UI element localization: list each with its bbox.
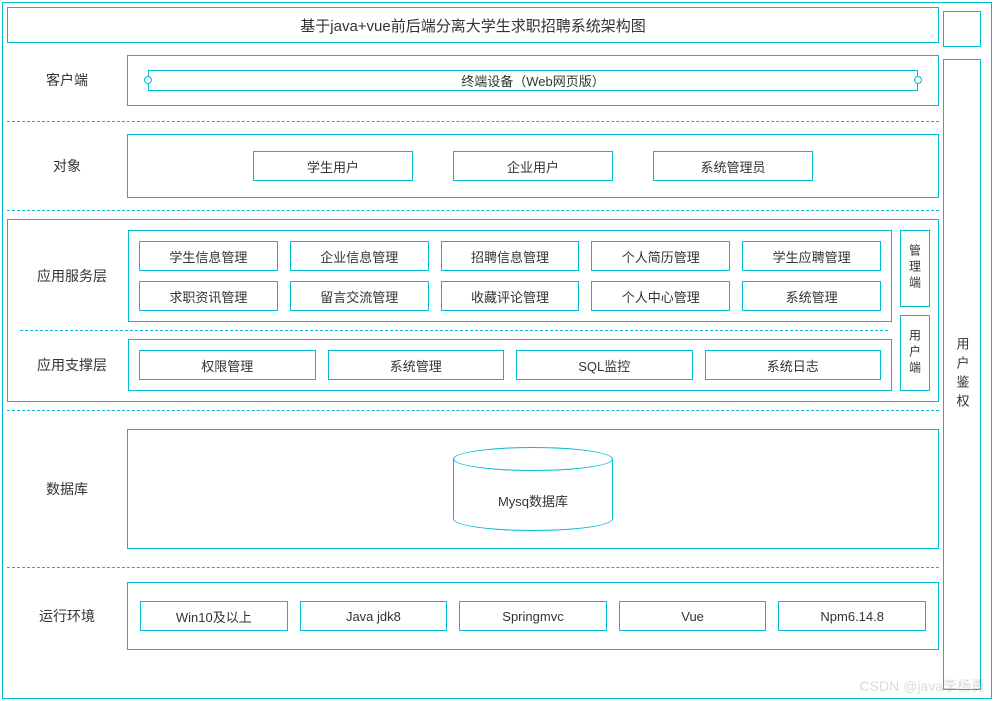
svc-profile: 个人中心管理 — [591, 281, 730, 311]
sup-syslog: 系统日志 — [705, 350, 882, 380]
support-layer: 应用支撑层 权限管理 系统管理 SQL监控 系统日志 — [16, 339, 892, 391]
env-layer: 运行环境 Win10及以上 Java jdk8 Springmvc Vue Np… — [3, 576, 943, 656]
auth-text: 用户鉴权 — [953, 337, 972, 413]
svc-recruit-info: 招聘信息管理 — [441, 241, 580, 271]
db-name: Mysq数据库 — [498, 491, 568, 510]
env-jdk8: Java jdk8 — [300, 601, 448, 631]
layers: 客户端 终端设备（Web网页版） 对象 学生用户 企业用户 — [3, 47, 943, 698]
divider — [7, 410, 939, 411]
env-vue: Vue — [619, 601, 767, 631]
divider — [7, 121, 939, 122]
svc-resume: 个人简历管理 — [591, 241, 730, 271]
side-tabs: 管理端 用户端 — [900, 230, 930, 391]
svc-message: 留言交流管理 — [290, 281, 429, 311]
tab-user: 用户端 — [900, 315, 930, 392]
cylinder-top — [453, 447, 613, 471]
main-column: 基于java+vue前后端分离大学生求职招聘系统架构图 客户端 终端设备（Web… — [3, 3, 943, 698]
title-text: 基于java+vue前后端分离大学生求职招聘系统架构图 — [300, 15, 645, 36]
terminal-text: 终端设备（Web网页版） — [461, 71, 605, 90]
env-npm: Npm6.14.8 — [778, 601, 926, 631]
svc-favcomment: 收藏评论管理 — [441, 281, 580, 311]
client-label: 客户端 — [7, 70, 127, 90]
svc-apply: 学生应聘管理 — [742, 241, 881, 271]
env-springmvc: Springmvc — [459, 601, 607, 631]
user-auth-box: 用户鉴权 — [943, 59, 981, 690]
tab-admin: 管理端 — [900, 230, 930, 307]
support-label: 应用支撑层 — [16, 355, 128, 375]
divider — [7, 210, 939, 211]
object-student: 学生用户 — [253, 151, 413, 181]
svc-jobnews: 求职资讯管理 — [139, 281, 278, 311]
service-layer: 应用服务层 学生信息管理 企业信息管理 招聘信息管理 个人简历管理 学生应聘管理… — [16, 230, 892, 322]
service-support-group: 应用服务层 学生信息管理 企业信息管理 招聘信息管理 个人简历管理 学生应聘管理… — [7, 219, 939, 402]
service-support-left: 应用服务层 学生信息管理 企业信息管理 招聘信息管理 个人简历管理 学生应聘管理… — [16, 230, 892, 391]
svc-student-info: 学生信息管理 — [139, 241, 278, 271]
architecture-diagram: 基于java+vue前后端分离大学生求职招聘系统架构图 客户端 终端设备（Web… — [2, 2, 992, 699]
connector-dot-left — [144, 76, 152, 84]
terminal-box: 终端设备（Web网页版） — [148, 70, 918, 91]
auth-column: 用户鉴权 — [943, 3, 991, 698]
connector-dot-right — [914, 76, 922, 84]
divider — [20, 330, 888, 331]
object-admin: 系统管理员 — [653, 151, 813, 181]
env-win10: Win10及以上 — [140, 601, 288, 631]
divider — [7, 567, 939, 568]
sup-permission: 权限管理 — [139, 350, 316, 380]
db-cylinder: Mysq数据库 — [453, 447, 613, 531]
diagram-title: 基于java+vue前后端分离大学生求职招聘系统架构图 — [7, 7, 939, 43]
object-enterprise: 企业用户 — [453, 151, 613, 181]
svc-enterprise-info: 企业信息管理 — [290, 241, 429, 271]
objects-layer: 对象 学生用户 企业用户 系统管理员 — [3, 130, 943, 202]
database-layer: 数据库 Mysq数据库 — [3, 419, 943, 559]
env-label: 运行环境 — [7, 606, 127, 626]
sup-sqlmonitor: SQL监控 — [516, 350, 693, 380]
service-label: 应用服务层 — [16, 266, 128, 286]
sup-system: 系统管理 — [328, 350, 505, 380]
db-label: 数据库 — [7, 479, 127, 499]
svc-system: 系统管理 — [742, 281, 881, 311]
client-layer: 客户端 终端设备（Web网页版） — [3, 47, 943, 113]
objects-label: 对象 — [7, 156, 127, 176]
